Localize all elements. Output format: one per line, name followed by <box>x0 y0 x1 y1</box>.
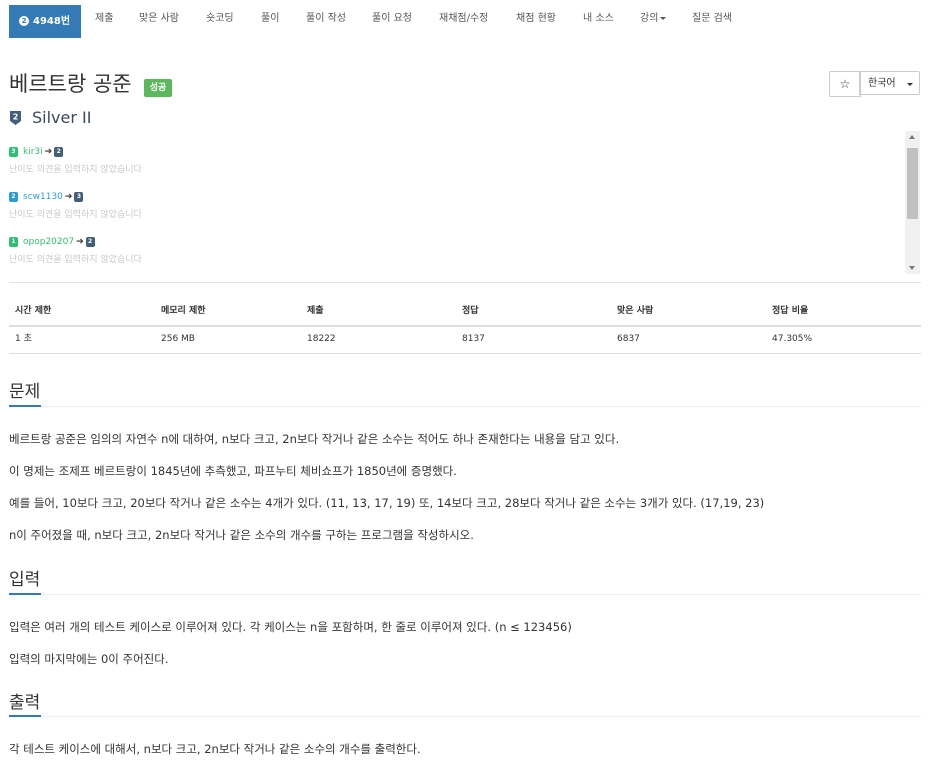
arrow-right-icon: ➔ <box>64 192 73 202</box>
user-link[interactable]: kir3i <box>23 147 43 157</box>
header-accepted-users: 맞은 사람 <box>617 306 654 316</box>
scrollbar-thumb[interactable] <box>907 148 918 219</box>
nav-tab-problem[interactable]: 2 4948번 <box>9 5 81 38</box>
opinion-message: 난이도 의견을 입력하지 않았습니다 <box>9 210 142 220</box>
problem-paragraph: n이 주어졌을 때, n보다 크고, 2n보다 작거나 같은 소수의 개수를 구… <box>9 528 474 542</box>
nav-tab-short-coding[interactable]: 숏코딩 <box>206 0 234 38</box>
opinion-message: 난이도 의견을 입력하지 않았습니다 <box>9 165 142 175</box>
user-tier-digit: 2 <box>11 192 16 200</box>
divider <box>9 594 921 595</box>
nav-tab-write-solution[interactable]: 풀이 작성 <box>306 0 346 38</box>
suggested-tier-digit: 3 <box>76 192 82 200</box>
section-title-input: 입력 <box>9 570 41 590</box>
arrow-right-icon: ➔ <box>44 147 53 157</box>
user-tier-digit: 1 <box>11 237 16 245</box>
user-tier-icon: 2 <box>9 191 18 202</box>
nav-tab-status[interactable]: 채점 현황 <box>516 0 556 38</box>
language-select[interactable]: 한국어 <box>859 71 920 95</box>
opinion-message: 난이도 의견을 입력하지 않았습니다 <box>9 255 142 265</box>
star-button[interactable]: ☆ <box>829 71 861 97</box>
suggested-tier-icon: 2 <box>54 146 64 157</box>
nav-tab-lectures[interactable]: 강의 <box>640 0 667 38</box>
input-paragraph: 입력의 마지막에는 0이 주어진다. <box>9 652 169 666</box>
user-tier-icon: 1 <box>9 236 18 247</box>
suggested-tier-icon: 3 <box>74 191 84 202</box>
nav-tab-lectures-label: 강의 <box>640 13 659 24</box>
header-time-limit: 시간 제한 <box>15 306 52 316</box>
opinions-scrollbar[interactable] <box>905 131 920 274</box>
caret-down-icon <box>660 16 667 20</box>
tier-label: Silver II <box>32 108 92 127</box>
chevron-down-icon <box>907 83 913 86</box>
nav-tab-problem-label: 4948번 <box>33 16 71 27</box>
user-link[interactable]: scw1130 <box>23 192 63 202</box>
header-submissions: 제출 <box>307 306 324 316</box>
scroll-down-icon[interactable] <box>909 266 915 270</box>
silver-tier-icon: 2 <box>10 111 21 125</box>
nav-tab-rejudge[interactable]: 재채점/수정 <box>439 0 488 38</box>
accepted-users-value: 6837 <box>617 334 640 344</box>
difficulty-opinions-list: 3 kir3i ➔ 2 난이도 의견을 입력하지 않았습니다 2 scw1130 ➔ 3 난… <box>9 141 899 281</box>
section-title-problem: 문제 <box>9 382 41 402</box>
nav-tab-submit[interactable]: 제출 <box>95 0 113 38</box>
memory-limit-value: 256 MB <box>161 334 195 344</box>
user-tier-digit: 3 <box>11 147 16 155</box>
submissions-value: 18222 <box>307 334 336 344</box>
section-accent <box>9 405 41 407</box>
output-paragraph: 각 테스트 케이스에 대해서, n보다 크고, 2n보다 작거나 같은 소수의 … <box>9 742 421 756</box>
section-accent <box>9 593 41 595</box>
nav-tab-my-source[interactable]: 내 소스 <box>583 0 614 38</box>
nav-tab-solutions[interactable]: 풀이 <box>261 0 279 38</box>
accepted-value: 8137 <box>462 334 485 344</box>
problem-paragraph: 베르트랑 공준은 임의의 자연수 n에 대하여, n보다 크고, 2n보다 작거… <box>9 432 620 446</box>
nav-tab-request-solution[interactable]: 풀이 요청 <box>372 0 412 38</box>
user-link[interactable]: opop20207 <box>23 237 74 247</box>
header-accept-ratio: 정답 비율 <box>772 306 809 316</box>
suggested-tier-digit: 2 <box>56 147 61 155</box>
problem-title: 베르트랑 공준 <box>9 72 132 96</box>
nav-tab-accepted-users[interactable]: 맞은 사람 <box>139 0 179 38</box>
problem-nav: 2 4948번 제출 맞은 사람 숏코딩 풀이 풀이 작성 풀이 요청 재채점/수… <box>0 0 931 44</box>
divider <box>9 406 921 407</box>
scroll-up-icon[interactable] <box>909 135 915 139</box>
tier-icon: 2 <box>19 16 29 26</box>
status-badge: 성공 <box>144 79 172 97</box>
header-memory-limit: 메모리 제한 <box>161 306 206 316</box>
table-row: 1 초 256 MB 18222 8137 6837 47.305% <box>9 326 921 354</box>
problem-info-table-header: 시간 제한 메모리 제한 제출 정답 맞은 사람 정답 비율 <box>9 298 921 327</box>
time-limit-value: 1 초 <box>15 334 32 344</box>
nav-tab-question-search[interactable]: 질문 검색 <box>692 0 732 38</box>
accept-ratio-value: 47.305% <box>772 334 813 344</box>
tier-digit: 2 <box>13 113 19 122</box>
section-title-output: 출력 <box>9 693 41 713</box>
input-paragraph: 입력은 여러 개의 테스트 케이스로 이루어져 있다. 각 케이스는 n을 포함… <box>9 620 572 634</box>
suggested-tier-digit: 2 <box>88 237 93 245</box>
language-select-label: 한국어 <box>868 78 896 89</box>
divider <box>9 716 921 717</box>
user-tier-icon: 3 <box>9 146 18 157</box>
header-accepted: 정답 <box>462 306 479 316</box>
problem-paragraph: 이 명제는 조제프 베르트랑이 1845년에 추측했고, 파프누티 체비쇼프가 … <box>9 464 457 478</box>
suggested-tier-icon: 2 <box>85 236 95 247</box>
arrow-right-icon: ➔ <box>76 237 84 247</box>
problem-paragraph: 예를 들어, 10보다 크고, 20보다 작거나 같은 소수는 4개가 있다. … <box>9 496 765 510</box>
divider <box>9 282 921 283</box>
section-accent <box>9 715 41 717</box>
